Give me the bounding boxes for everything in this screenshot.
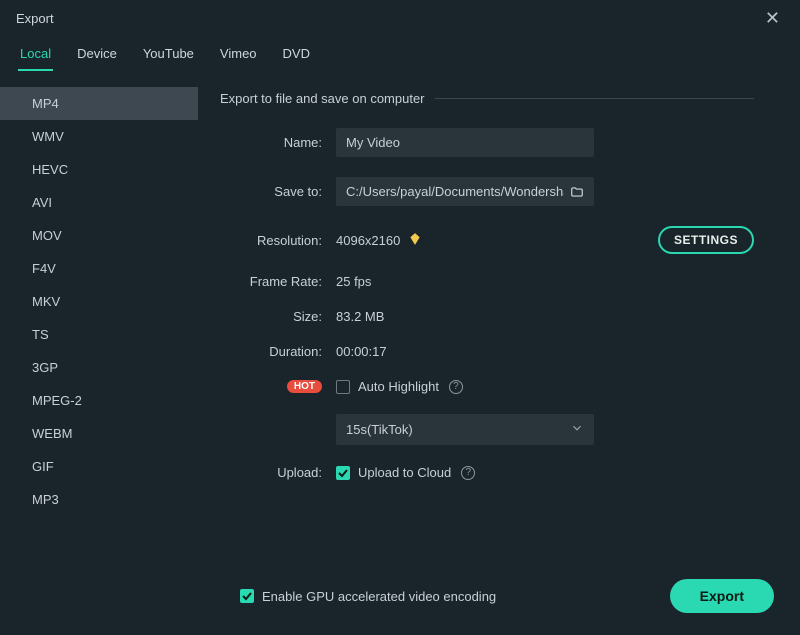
name-label: Name: <box>220 135 336 150</box>
export-button[interactable]: Export <box>670 579 774 613</box>
saveto-label: Save to: <box>220 184 336 199</box>
saveto-box <box>336 177 594 206</box>
tab-bar: Local Device YouTube Vimeo DVD <box>0 30 800 71</box>
close-icon[interactable]: ✕ <box>757 4 788 33</box>
duration-label: Duration: <box>220 344 336 359</box>
tab-youtube[interactable]: YouTube <box>141 40 196 71</box>
help-icon[interactable]: ? <box>461 466 475 480</box>
format-3gp[interactable]: 3GP <box>0 351 198 384</box>
upload-cloud-checkbox[interactable] <box>336 466 350 480</box>
format-mkv[interactable]: MKV <box>0 285 198 318</box>
name-input[interactable] <box>336 128 594 157</box>
gpu-checkbox[interactable] <box>240 589 254 603</box>
titlebar: Export ✕ <box>0 0 800 30</box>
format-mp3[interactable]: MP3 <box>0 483 198 516</box>
main-panel: Export to file and save on computer Name… <box>198 71 800 601</box>
gpu-label: Enable GPU accelerated video encoding <box>262 589 496 604</box>
upload-label: Upload: <box>220 465 336 480</box>
section-header: Export to file and save on computer <box>220 91 754 106</box>
chevron-down-icon <box>570 421 584 438</box>
saveto-input[interactable] <box>336 177 570 206</box>
settings-button[interactable]: SETTINGS <box>658 226 754 254</box>
framerate-label: Frame Rate: <box>220 274 336 289</box>
auto-highlight-label: Auto Highlight <box>358 379 439 394</box>
format-gif[interactable]: GIF <box>0 450 198 483</box>
preset-select-value: 15s(TikTok) <box>346 422 413 437</box>
resolution-value: 4096x2160 <box>336 233 400 248</box>
tab-local[interactable]: Local <box>18 40 53 71</box>
divider <box>435 98 754 99</box>
size-label: Size: <box>220 309 336 324</box>
section-title: Export to file and save on computer <box>220 91 425 106</box>
content: MP4 WMV HEVC AVI MOV F4V MKV TS 3GP MPEG… <box>0 71 800 601</box>
folder-icon[interactable] <box>570 185 584 199</box>
format-mpeg2[interactable]: MPEG-2 <box>0 384 198 417</box>
format-ts[interactable]: TS <box>0 318 198 351</box>
hot-badge: HOT <box>287 380 322 393</box>
format-avi[interactable]: AVI <box>0 186 198 219</box>
format-sidebar: MP4 WMV HEVC AVI MOV F4V MKV TS 3GP MPEG… <box>0 71 198 601</box>
format-wmv[interactable]: WMV <box>0 120 198 153</box>
auto-highlight-checkbox[interactable] <box>336 380 350 394</box>
window-title: Export <box>16 11 54 26</box>
format-webm[interactable]: WEBM <box>0 417 198 450</box>
tab-device[interactable]: Device <box>75 40 119 71</box>
format-f4v[interactable]: F4V <box>0 252 198 285</box>
tab-dvd[interactable]: DVD <box>281 40 312 71</box>
format-hevc[interactable]: HEVC <box>0 153 198 186</box>
premium-icon <box>408 232 422 249</box>
size-value: 83.2 MB <box>336 309 384 324</box>
preset-select[interactable]: 15s(TikTok) <box>336 414 594 445</box>
framerate-value: 25 fps <box>336 274 371 289</box>
upload-cloud-label: Upload to Cloud <box>358 465 451 480</box>
format-mp4[interactable]: MP4 <box>0 87 198 120</box>
footer: Enable GPU accelerated video encoding Ex… <box>0 563 800 635</box>
format-mov[interactable]: MOV <box>0 219 198 252</box>
resolution-label: Resolution: <box>220 233 336 248</box>
help-icon[interactable]: ? <box>449 380 463 394</box>
tab-vimeo[interactable]: Vimeo <box>218 40 259 71</box>
duration-value: 00:00:17 <box>336 344 387 359</box>
